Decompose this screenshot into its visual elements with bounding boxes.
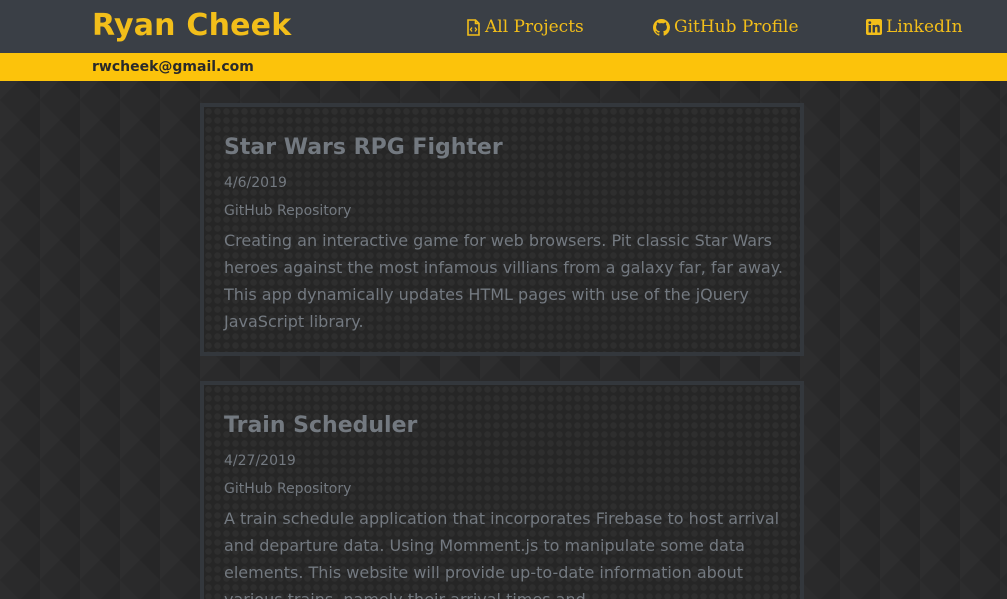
project-date: 4/27/2019 (224, 453, 296, 469)
nav-linkedin-link[interactable]: LinkedIn (866, 15, 963, 39)
nav-all-projects-link[interactable]: All Projects (466, 15, 584, 39)
project-card: Star Wars RPG Fighter 4/6/2019 GitHub Re… (200, 103, 804, 356)
project-description: Creating an interactive game for web bro… (224, 231, 784, 331)
nav-linkedin-label: LinkedIn (886, 17, 963, 37)
site-title[interactable]: Ryan Cheek (92, 6, 291, 46)
nav-github-profile-label: GitHub Profile (674, 17, 799, 37)
linkedin-icon (866, 19, 882, 35)
nav-all-projects-label: All Projects (485, 17, 584, 37)
nav-github-profile-link[interactable]: GitHub Profile (653, 15, 799, 39)
file-code-icon (466, 18, 481, 36)
project-date: 4/6/2019 (224, 175, 287, 191)
github-repository-link[interactable]: GitHub Repository (224, 479, 351, 499)
contact-email[interactable]: rwcheek@gmail.com (92, 57, 254, 77)
project-card: Train Scheduler 4/27/2019 GitHub Reposit… (200, 381, 804, 599)
project-description: A train schedule application that incorp… (224, 509, 780, 599)
contact-bar: rwcheek@gmail.com (0, 53, 1007, 81)
github-repository-link[interactable]: GitHub Repository (224, 201, 351, 221)
github-icon (653, 18, 670, 36)
top-navbar: Ryan Cheek All Projects GitHub Profile L… (0, 0, 1007, 54)
project-title: Star Wars RPG Fighter (224, 135, 503, 160)
project-title: Train Scheduler (224, 413, 418, 438)
